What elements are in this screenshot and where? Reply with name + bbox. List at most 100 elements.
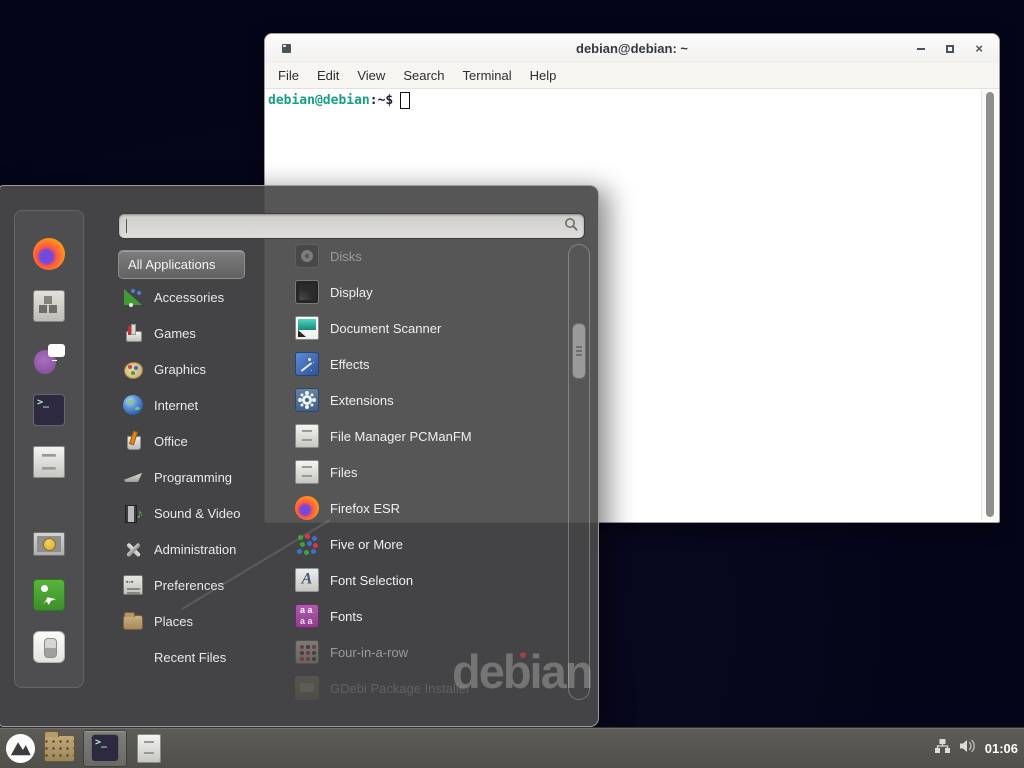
category-item[interactable]: Recent Files — [118, 639, 264, 675]
category-item[interactable]: Preferences — [118, 567, 264, 603]
files-icon — [295, 460, 319, 484]
folder-icon — [44, 735, 75, 762]
preferences-icon — [123, 575, 143, 595]
search-text-caret — [126, 219, 127, 233]
favorites-sidebar — [14, 210, 84, 688]
category-list: Accessories Games Graphics Internet Offi… — [118, 279, 264, 675]
application-label: Display — [330, 285, 373, 300]
terminal-menu-help[interactable]: Help — [521, 68, 566, 83]
gdebi-icon — [295, 676, 319, 700]
volume-icon[interactable] — [959, 738, 977, 759]
favorite-software[interactable] — [33, 280, 65, 332]
network-icon[interactable] — [934, 738, 951, 759]
terminal-menu-search[interactable]: Search — [394, 68, 453, 83]
terminal-menu-file[interactable]: File — [269, 68, 308, 83]
logout-icon — [33, 579, 65, 611]
application-item[interactable]: Font Selection — [285, 562, 565, 598]
font-selection-icon — [295, 568, 319, 592]
pidgin-icon — [33, 342, 65, 374]
favorite-terminal[interactable] — [33, 384, 65, 436]
system-tray: 01:06 — [934, 738, 1024, 759]
category-label: Administration — [154, 542, 236, 557]
fonts-icon — [295, 604, 319, 628]
menu-scrollbar-thumb[interactable] — [572, 323, 586, 379]
desktop: debian@debian: ~ × FileEditViewSearchTer… — [0, 0, 1024, 768]
extensions-icon — [295, 388, 319, 412]
launcher-files-folder[interactable] — [41, 731, 77, 765]
application-label: Files — [330, 465, 357, 480]
terminal-scrollbar-thumb[interactable] — [986, 92, 994, 517]
maximize-button[interactable] — [946, 45, 954, 53]
favorite-cabinet[interactable] — [33, 436, 65, 488]
favorite-logout[interactable] — [33, 569, 65, 621]
category-label: Preferences — [154, 578, 224, 593]
application-item[interactable]: GDebi Package Installer — [285, 670, 565, 706]
category-item[interactable]: Office — [118, 423, 264, 459]
prompt-suffix: :~$ — [370, 93, 393, 108]
category-item[interactable]: Graphics — [118, 351, 264, 387]
category-item[interactable]: Places — [118, 603, 264, 639]
favorite-pidgin[interactable] — [33, 332, 65, 384]
file-manager-icon — [295, 424, 319, 448]
application-item[interactable]: Document Scanner — [285, 310, 565, 346]
minimize-button[interactable] — [917, 48, 925, 50]
taskbar: 01:06 — [0, 727, 1024, 768]
document-scanner-icon — [295, 316, 319, 340]
all-applications-button[interactable]: All Applications — [118, 250, 245, 279]
lock-screen-icon — [33, 532, 65, 556]
terminal-menu-edit[interactable]: Edit — [308, 68, 348, 83]
launcher-file-manager[interactable] — [131, 731, 167, 765]
five-or-more-icon — [295, 532, 319, 556]
application-item[interactable]: Firefox ESR — [285, 490, 565, 526]
category-label: Programming — [154, 470, 232, 485]
disks-icon — [295, 244, 319, 268]
taskbar-terminal-window-button[interactable] — [83, 730, 127, 767]
application-item[interactable]: Extensions — [285, 382, 565, 418]
application-item[interactable]: Five or More — [285, 526, 565, 562]
category-item[interactable]: Administration — [118, 531, 264, 567]
close-button[interactable]: × — [975, 45, 983, 53]
cabinet-icon — [33, 446, 65, 478]
application-item[interactable]: Files — [285, 454, 565, 490]
category-label: Recent Files — [154, 650, 226, 665]
terminal-prompt: debian@debian:~$ — [268, 92, 410, 109]
application-item[interactable]: Disks — [285, 238, 565, 274]
application-label: GDebi Package Installer — [330, 681, 470, 696]
category-item[interactable]: Internet — [118, 387, 264, 423]
favorite-shutdown[interactable] — [33, 621, 65, 673]
application-list: Disks Display Document Scanner Effects E… — [285, 238, 565, 706]
sound-video-icon — [123, 503, 143, 523]
prompt-user-host: debian@debian — [268, 93, 370, 108]
search-input[interactable] — [118, 213, 585, 239]
category-item[interactable]: Programming — [118, 459, 264, 495]
application-item[interactable]: Fonts — [285, 598, 565, 634]
application-label: Extensions — [330, 393, 394, 408]
internet-icon — [123, 395, 143, 415]
clock[interactable]: 01:06 — [985, 741, 1018, 756]
terminal-icon — [91, 734, 119, 762]
category-item[interactable]: Accessories — [118, 279, 264, 315]
accessories-icon — [123, 287, 143, 307]
terminal-menu-terminal[interactable]: Terminal — [454, 68, 521, 83]
application-item[interactable]: Four-in-a-row — [285, 634, 565, 670]
menu-button[interactable] — [3, 731, 37, 765]
application-item[interactable]: Effects — [285, 346, 565, 382]
category-label: Sound & Video — [154, 506, 241, 521]
application-label: Font Selection — [330, 573, 413, 588]
favorite-lock-screen[interactable] — [33, 517, 65, 569]
terminal-titlebar[interactable]: debian@debian: ~ × — [265, 34, 999, 63]
application-label: Disks — [330, 249, 362, 264]
application-label: Firefox ESR — [330, 501, 400, 516]
category-item[interactable]: Sound & Video — [118, 495, 264, 531]
application-item[interactable]: File Manager PCManFM — [285, 418, 565, 454]
application-label: Effects — [330, 357, 370, 372]
application-label: Four-in-a-row — [330, 645, 408, 660]
firefox-icon — [33, 238, 65, 270]
terminal-scrollbar[interactable] — [981, 90, 998, 520]
favorite-firefox[interactable] — [33, 228, 65, 280]
application-item[interactable]: Display — [285, 274, 565, 310]
category-item[interactable]: Games — [118, 315, 264, 351]
menu-scrollbar[interactable] — [568, 244, 590, 700]
terminal-menu-view[interactable]: View — [348, 68, 394, 83]
software-icon — [33, 290, 65, 322]
